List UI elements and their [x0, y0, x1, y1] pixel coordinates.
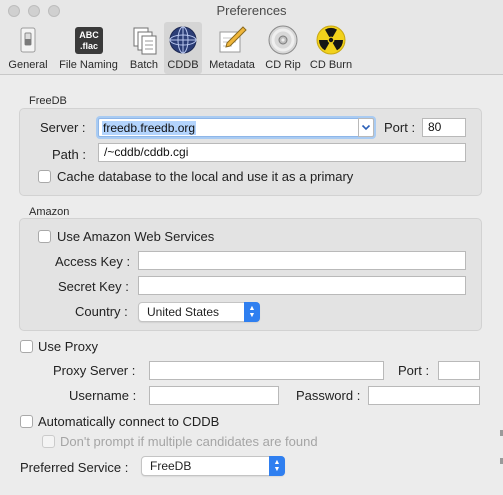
password-label: Password :	[296, 388, 361, 403]
server-value: freedb.freedb.org	[102, 121, 197, 135]
radiation-icon	[316, 25, 346, 55]
cache-database-checkbox[interactable]	[38, 170, 51, 183]
server-label: Server :	[40, 120, 86, 135]
country-stepper[interactable]: ▲ ▼	[244, 302, 260, 322]
password-field[interactable]	[368, 386, 480, 405]
access-key-field[interactable]	[138, 251, 466, 270]
server-dropdown-button[interactable]	[358, 118, 374, 137]
tab-general[interactable]: General	[4, 22, 52, 74]
auto-connect-label: Automatically connect to CDDB	[38, 414, 220, 429]
documents-icon	[133, 27, 157, 55]
path-field[interactable]: /~cddb/cddb.cgi	[98, 143, 466, 162]
preferred-service-stepper[interactable]: ▲ ▼	[269, 456, 285, 476]
chevron-up-icon: ▲	[273, 459, 281, 466]
title-bar: Preferences	[0, 0, 503, 22]
tab-batch[interactable]: Batch	[124, 22, 164, 74]
use-amazon-checkbox[interactable]	[38, 230, 51, 243]
secret-key-label: Secret Key :	[58, 279, 129, 294]
freedb-group-title: FreeDB	[29, 95, 67, 107]
country-value: United States	[147, 305, 220, 319]
chevron-down-icon: ▼	[273, 466, 281, 473]
port-label: Port :	[384, 120, 416, 135]
port-field[interactable]: 80	[422, 118, 466, 137]
tab-cddb[interactable]: CDDB	[164, 22, 202, 74]
proxy-port-field[interactable]	[438, 361, 480, 380]
auto-connect-checkbox[interactable]	[20, 415, 33, 428]
chevron-down-icon: ▼	[248, 312, 256, 319]
username-field[interactable]	[149, 386, 279, 405]
pencil-note-icon	[219, 26, 247, 53]
server-combobox[interactable]: freedb.freedb.org	[98, 118, 374, 137]
chevron-up-icon: ▲	[248, 305, 256, 312]
preferred-service-popup[interactable]: FreeDB ▲ ▼	[141, 456, 285, 476]
secret-key-field[interactable]	[138, 276, 466, 295]
username-label: Username :	[69, 388, 137, 403]
preferences-toolbar: General ABC .flac File Naming Batch CDDB	[0, 22, 503, 75]
use-proxy-label: Use Proxy	[38, 339, 98, 354]
amazon-group-title: Amazon	[29, 206, 70, 218]
tab-cd-rip[interactable]: CD Rip	[262, 22, 304, 74]
country-popup[interactable]: United States ▲ ▼	[138, 302, 260, 322]
preferred-service-value: FreeDB	[150, 459, 192, 473]
proxy-server-label: Proxy Server :	[53, 363, 136, 378]
dont-prompt-checkbox[interactable]	[42, 435, 55, 448]
abc-flac-icon: ABC .flac	[74, 27, 103, 54]
country-label: Country :	[75, 304, 128, 319]
preferred-service-label: Preferred Service :	[20, 460, 129, 475]
tab-metadata[interactable]: Metadata	[204, 22, 260, 74]
tab-file-naming[interactable]: ABC .flac File Naming	[55, 22, 122, 74]
use-amazon-label: Use Amazon Web Services	[57, 229, 215, 244]
proxy-port-label: Port :	[398, 363, 430, 378]
globe-icon	[169, 26, 197, 54]
dont-prompt-label: Don't prompt if multiple candidates are …	[60, 434, 318, 449]
chevron-down-icon	[361, 124, 371, 131]
svg-text:.flac: .flac	[79, 41, 97, 51]
svg-text:ABC: ABC	[79, 30, 99, 40]
cache-database-label: Cache database to the local and use it a…	[57, 169, 354, 184]
cd-icon	[268, 25, 298, 55]
path-label: Path :	[52, 147, 86, 162]
access-key-label: Access Key :	[55, 254, 131, 269]
proxy-server-field[interactable]	[149, 361, 384, 380]
switch-icon	[20, 27, 36, 53]
tab-cd-burn[interactable]: CD Burn	[306, 22, 356, 74]
use-proxy-checkbox[interactable]	[20, 340, 33, 353]
window-title: Preferences	[216, 3, 287, 18]
